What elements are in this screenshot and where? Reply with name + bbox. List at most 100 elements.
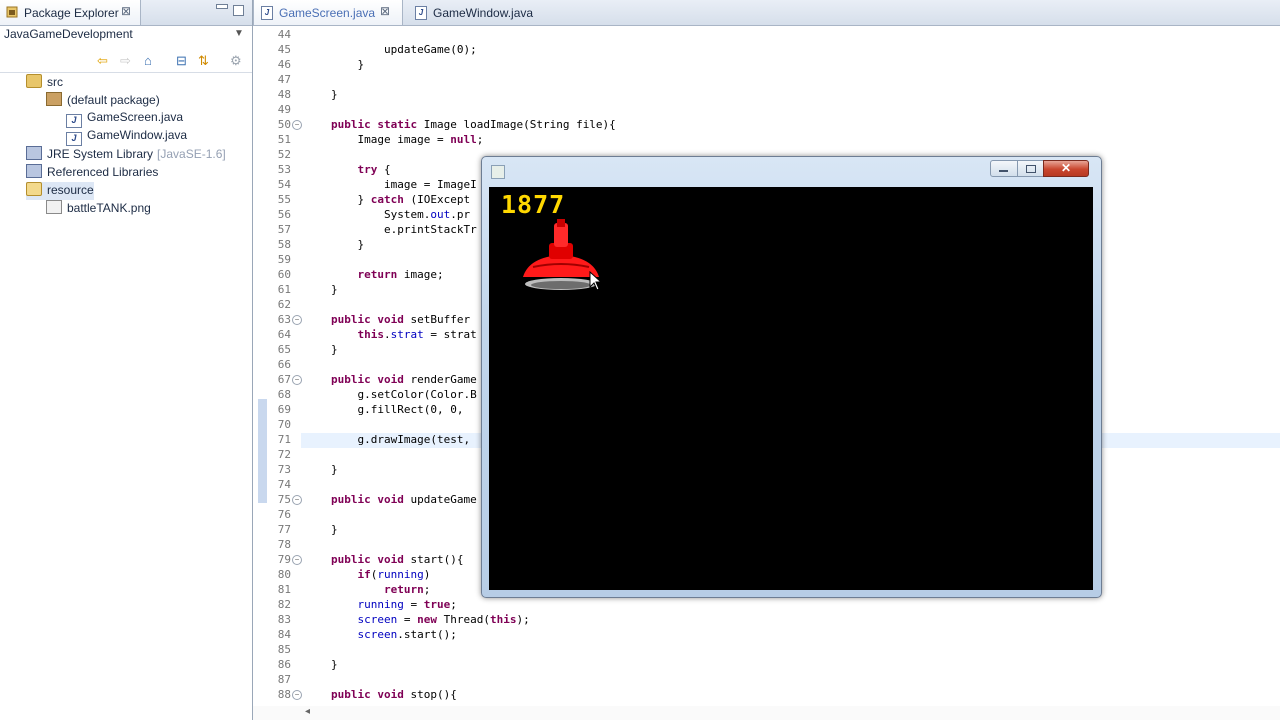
code-line: public void start(){	[331, 553, 464, 566]
tree-item-label: GameWindow.java	[87, 128, 188, 142]
line-number: 67	[277, 373, 291, 386]
line-number: 68	[277, 388, 291, 401]
line-number: 80	[277, 568, 291, 581]
fold-toggle-icon[interactable]: −	[292, 495, 302, 505]
link-with-editor-icon[interactable]: ⇅	[198, 54, 209, 67]
code-line: }	[331, 283, 338, 296]
fold-toggle-icon[interactable]: −	[292, 375, 302, 385]
line-number: 59	[277, 253, 291, 266]
filter-icon[interactable]: ⚙	[230, 54, 242, 67]
line-number: 46	[277, 58, 291, 71]
line-number: 60	[277, 268, 291, 281]
maximize-button[interactable]	[1017, 160, 1044, 177]
image-file-icon	[46, 200, 62, 214]
line-number: 81	[277, 583, 291, 596]
line-number: 57	[277, 223, 291, 236]
game-canvas[interactable]: 1877	[489, 187, 1093, 590]
forward-arrow-icon[interactable]: ⇨	[120, 54, 131, 67]
code-line: public void stop(){	[331, 688, 457, 701]
java-file-icon: J	[66, 114, 82, 128]
tab-gamescreen-java[interactable]: J GameScreen.java ⊠	[253, 0, 403, 25]
code-line: public void updateGame	[331, 493, 477, 506]
java-file-icon: J	[261, 6, 273, 20]
line-number: 86	[277, 658, 291, 671]
line-number: 73	[277, 463, 291, 476]
game-window: ✕ 1877	[481, 156, 1102, 598]
tree-item-label: resource	[47, 183, 94, 197]
folder-icon	[26, 182, 42, 196]
line-number: 71	[277, 433, 291, 446]
code-line: if(running)	[357, 568, 431, 581]
line-number: 51	[277, 133, 291, 146]
minimize-button[interactable]	[990, 160, 1018, 177]
code-line: }	[331, 238, 365, 251]
package-explorer-tab-label: Package Explorer	[24, 6, 119, 20]
code-line: public void renderGame	[331, 373, 477, 386]
package-explorer-toolbar: ⇦ ⇨ ⌂ ⊟ ⇅ ⚙	[0, 48, 252, 73]
collapse-all-icon[interactable]: ⊟	[176, 54, 187, 67]
quick-diff-change-bar	[258, 399, 267, 503]
fold-toggle-icon[interactable]: −	[292, 690, 302, 700]
line-number: 72	[277, 448, 291, 461]
line-number: 77	[277, 523, 291, 536]
code-line: updateGame(0);	[331, 43, 477, 56]
code-line: return;	[383, 583, 431, 596]
fold-toggle-icon[interactable]: −	[292, 315, 302, 325]
line-number: 45	[277, 43, 291, 56]
close-button[interactable]: ✕	[1043, 160, 1089, 177]
horizontal-scrollbar[interactable]: ◂	[253, 706, 1280, 720]
line-number: 76	[277, 508, 291, 521]
code-line: g.setColor(Color.B	[331, 388, 477, 401]
close-icon[interactable]: ⊠	[121, 4, 131, 18]
line-number: 52	[277, 148, 291, 161]
tree-item[interactable]: battleTANK.png	[46, 200, 151, 218]
tree-item[interactable]: src	[26, 74, 63, 92]
mouse-cursor-icon	[589, 271, 603, 291]
tree-item[interactable]: JRE System Library [JavaSE-1.6]	[26, 146, 226, 164]
line-number: 78	[277, 538, 291, 551]
code-line: this.strat = strat	[357, 328, 477, 341]
close-icon[interactable]: ⊠	[380, 4, 390, 18]
code-line: }	[331, 58, 365, 71]
tree-item[interactable]: J GameScreen.java	[66, 110, 183, 128]
line-number: 47	[277, 73, 291, 86]
tree-item[interactable]: J GameWindow.java	[66, 128, 187, 146]
line-number: 50	[277, 118, 291, 131]
minimize-view-button[interactable]	[216, 4, 228, 9]
tree-item-suffix: [JavaSE-1.6]	[157, 147, 226, 161]
line-number: 44	[277, 28, 291, 41]
line-number: 48	[277, 88, 291, 101]
code-line: running = true;	[357, 598, 457, 611]
java-file-icon: J	[66, 132, 82, 146]
package-explorer-tab[interactable]: Package Explorer ⊠	[0, 0, 141, 25]
tree-item-label: src	[47, 75, 63, 89]
line-number: 55	[277, 193, 291, 206]
line-number: 66	[277, 358, 291, 371]
code-line: screen.start();	[357, 628, 457, 641]
code-line: g.drawImage(test,	[331, 433, 471, 446]
line-number: 58	[277, 238, 291, 251]
fold-toggle-icon[interactable]: −	[292, 120, 302, 130]
code-line: System.out.pr	[331, 208, 471, 221]
maximize-view-button[interactable]	[233, 5, 244, 16]
tree-item[interactable]: Referenced Libraries	[26, 164, 158, 182]
tree-item[interactable]: (default package)	[46, 92, 160, 110]
up-folder-icon[interactable]: ⌂	[144, 54, 152, 67]
code-line: return image;	[357, 268, 444, 281]
line-number: 87	[277, 673, 291, 686]
package-explorer-tabbar: Package Explorer ⊠	[0, 0, 252, 26]
code-line: image = ImageI	[331, 178, 477, 191]
line-number: 56	[277, 208, 291, 221]
code-line: try {	[357, 163, 391, 176]
view-menu-icon[interactable]: ▼	[234, 28, 244, 39]
tree-item[interactable]: resource	[26, 182, 94, 200]
line-number: 85	[277, 643, 291, 656]
line-number: 74	[277, 478, 291, 491]
fold-toggle-icon[interactable]: −	[292, 555, 302, 565]
scroll-left-icon[interactable]: ◂	[305, 706, 310, 717]
line-number: 79	[277, 553, 291, 566]
back-arrow-icon[interactable]: ⇦	[97, 54, 108, 67]
tab-gamewindow-java[interactable]: J GameWindow.java	[408, 0, 558, 25]
code-line: g.fillRect(0, 0,	[331, 403, 471, 416]
line-number: 61	[277, 283, 291, 296]
